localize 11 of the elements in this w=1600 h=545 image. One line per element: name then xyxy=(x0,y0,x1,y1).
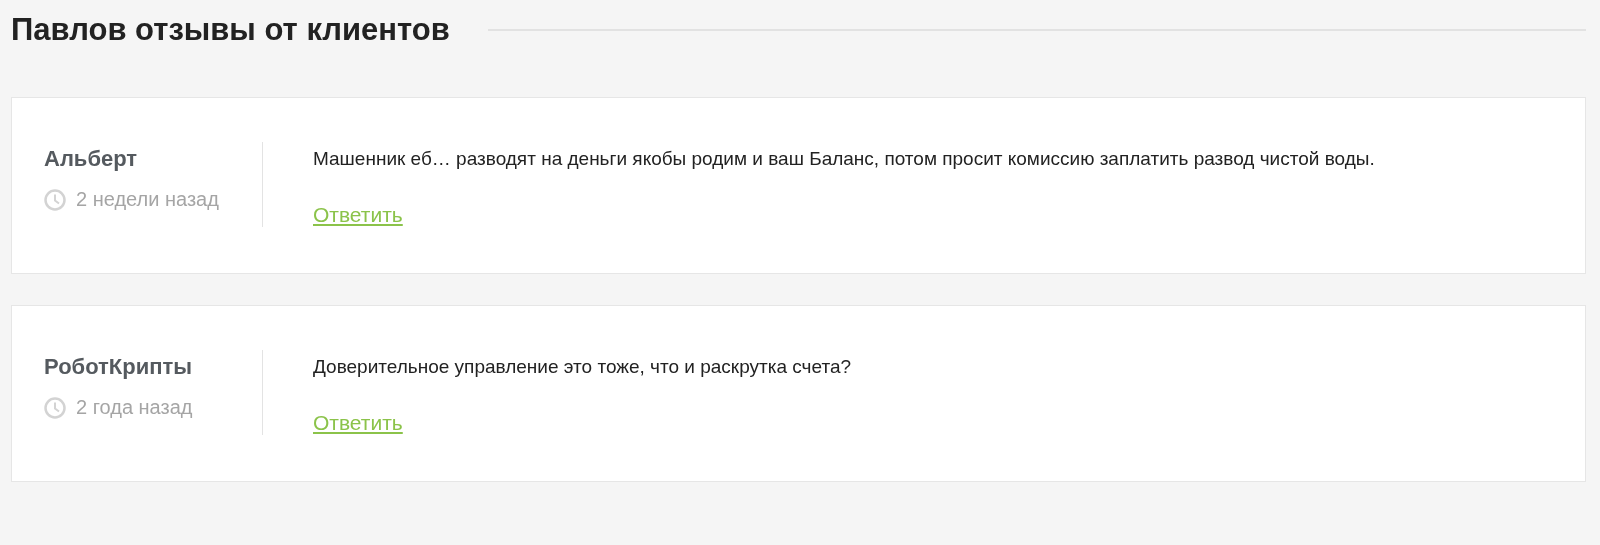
section-title: Павлов отзывы от клиентов xyxy=(11,12,450,48)
review-text: Машенник еб… разводят на деньги якобы родим и ваш Баланс, потом просит комиссию заплатить развод чистой воды. xyxy=(313,147,1376,171)
reply-link[interactable]: Ответить xyxy=(313,203,403,227)
author-name: Альберт xyxy=(44,146,139,172)
clock-icon xyxy=(44,188,66,211)
review-text: Доверительное управление это тоже, что и раскрутка счета? xyxy=(313,355,852,379)
review-time: 2 года назад xyxy=(76,396,193,419)
clock-icon xyxy=(44,396,66,419)
author-name: РоботКрипты xyxy=(44,354,194,380)
reply-link[interactable]: Ответить xyxy=(313,411,403,435)
review-time: 2 недели назад xyxy=(76,188,219,211)
